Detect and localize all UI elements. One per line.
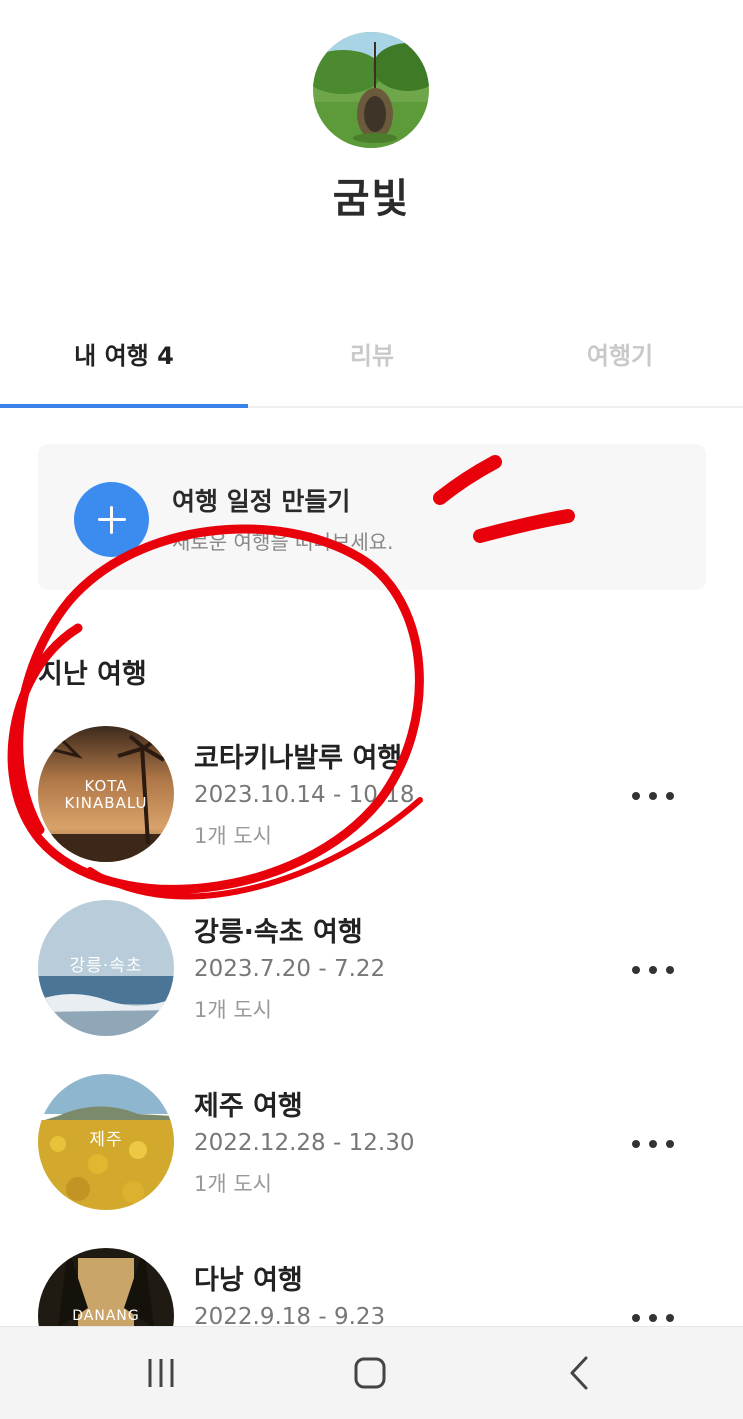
trip-title: 강릉·속초 여행 <box>194 917 363 948</box>
back-icon[interactable] <box>560 1355 600 1391</box>
trip-dates: 2023.7.20 - 7.22 <box>194 956 386 982</box>
active-tab-indicator <box>0 404 248 408</box>
create-trip-title: 여행 일정 만들기 <box>172 487 351 516</box>
home-icon[interactable] <box>350 1355 390 1391</box>
trip-city-count: 1개 도시 <box>194 824 272 848</box>
trip-city-count: 1개 도시 <box>194 998 272 1022</box>
tab-travelogue[interactable]: 여행기 <box>496 336 743 371</box>
trip-thumbnail-label: DANANG <box>72 1308 140 1324</box>
tab-reviews[interactable]: 리뷰 <box>248 336 496 371</box>
trip-city-count: 1개 도시 <box>194 1172 272 1196</box>
system-navigation-bar <box>0 1326 743 1419</box>
trip-thumbnail-label: KOTA KINABALU <box>64 777 148 812</box>
trip-title: 다낭 여행 <box>194 1265 303 1296</box>
profile-tabs: 내 여행 4 리뷰 여행기 <box>0 300 743 408</box>
trip-title: 코타키나발루 여행 <box>194 743 403 774</box>
trip-thumbnail: 강릉·속초 <box>38 900 174 1036</box>
profile-header: 굼빛 <box>0 0 743 300</box>
more-options-icon[interactable] <box>626 958 680 982</box>
trip-item-jeju[interactable]: 제주 제주 여행 2022.12.28 - 12.30 1개 도시 <box>0 1074 743 1224</box>
more-options-icon[interactable] <box>626 784 680 808</box>
tab-my-trips[interactable]: 내 여행 4 <box>0 336 248 371</box>
plus-icon[interactable] <box>74 482 149 557</box>
create-trip-card[interactable]: 여행 일정 만들기 새로운 여행을 떠나보세요. <box>38 444 706 590</box>
trip-thumbnail: KOTA KINABALU <box>38 726 174 862</box>
avatar[interactable] <box>313 32 429 148</box>
create-trip-subtitle: 새로운 여행을 떠나보세요. <box>172 530 394 554</box>
recent-apps-icon[interactable] <box>141 1355 181 1391</box>
past-trips-heading: 지난 여행 <box>38 659 147 690</box>
trip-item-kota-kinabalu[interactable]: KOTA KINABALU 코타키나발루 여행 2023.10.14 - 10.… <box>0 726 743 876</box>
trip-thumbnail: 제주 <box>38 1074 174 1210</box>
avatar-photo <box>313 32 429 148</box>
trip-thumbnail-label: 강릉·속초 <box>69 956 143 976</box>
trip-item-gangneung-sokcho[interactable]: 강릉·속초 강릉·속초 여행 2023.7.20 - 7.22 1개 도시 <box>0 900 743 1050</box>
more-options-icon[interactable] <box>626 1132 680 1156</box>
trip-dates: 2022.12.28 - 12.30 <box>194 1130 415 1156</box>
trip-dates: 2023.10.14 - 10.18 <box>194 782 415 808</box>
profile-nickname: 굼빛 <box>332 176 411 222</box>
trip-title: 제주 여행 <box>194 1091 303 1122</box>
trip-thumbnail-label: 제주 <box>89 1130 123 1150</box>
